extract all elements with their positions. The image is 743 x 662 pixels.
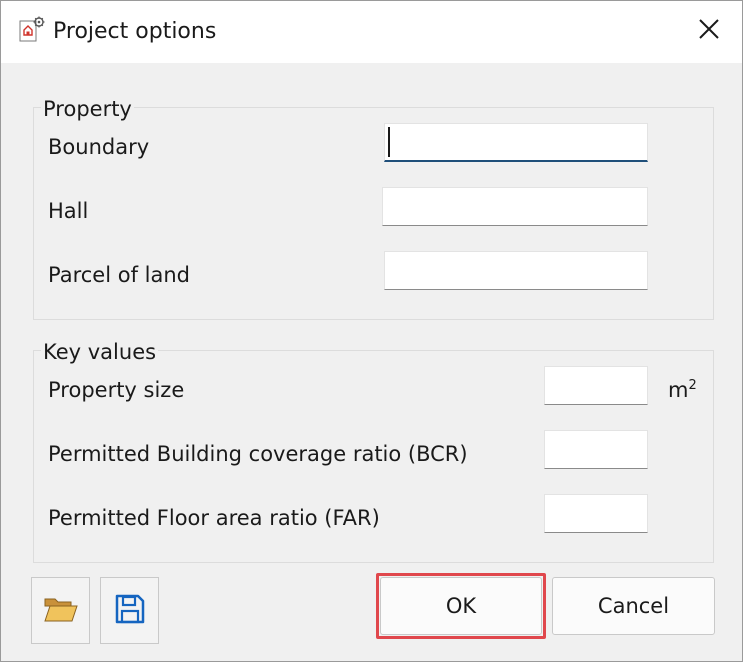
ok-button[interactable]: OK [380,577,542,635]
far-input[interactable] [544,494,648,533]
square-meter-unit: m2 [668,378,697,402]
property-size-input[interactable] [544,366,648,405]
property-group-legend: Property [41,96,134,122]
boundary-input[interactable] [384,123,648,162]
cancel-button[interactable]: Cancel [552,577,715,635]
text-caret [388,127,390,157]
boundary-label: Boundary [48,135,150,159]
dialog-title: Project options [53,19,217,44]
project-options-dialog: Project options Property Boundary Hall P… [0,0,743,662]
bcr-label: Permitted Building coverage ratio (BCR) [48,442,468,466]
far-label: Permitted Floor area ratio (FAR) [48,506,380,530]
parcel-of-land-input[interactable] [384,251,648,290]
hall-input[interactable] [382,187,648,226]
parcel-of-land-label: Parcel of land [48,263,190,287]
folder-open-icon [43,595,79,627]
property-size-label: Property size [48,378,185,402]
project-settings-icon [17,15,47,45]
key-values-group-legend: Key values [41,339,159,365]
close-button[interactable] [687,9,731,53]
floppy-disk-save-icon [114,593,146,629]
title-bar: Project options [1,1,742,63]
open-file-button[interactable] [31,577,90,644]
save-file-button[interactable] [100,577,159,644]
close-icon [698,18,720,44]
hall-label: Hall [48,199,89,223]
bcr-input[interactable] [544,430,648,469]
